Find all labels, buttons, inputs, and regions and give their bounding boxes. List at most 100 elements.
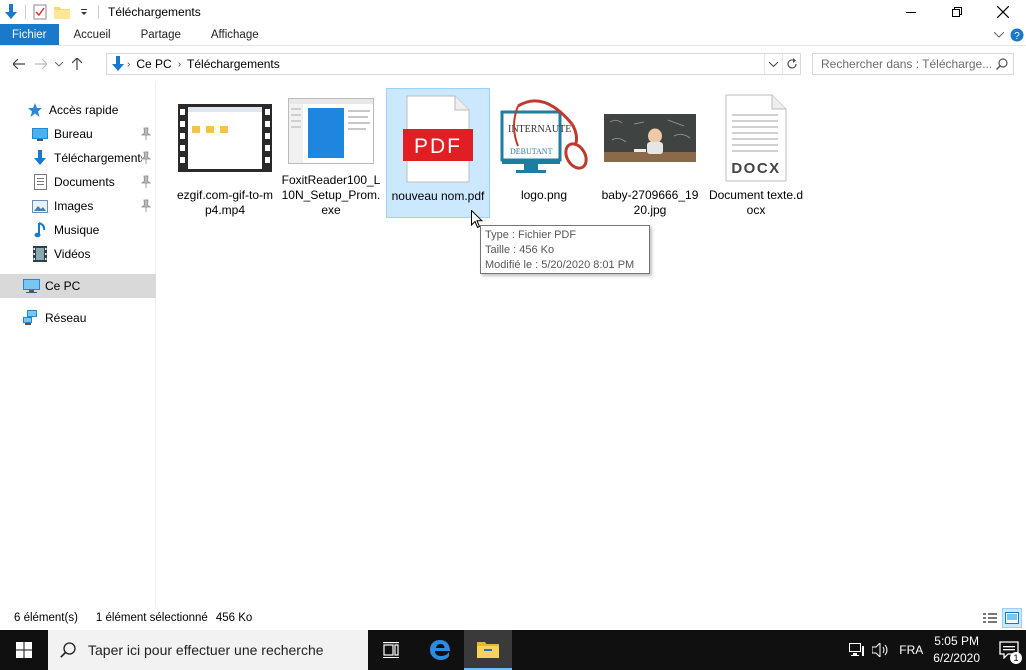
file-list: ezgif.com-gif-to-mp4.mp4 FoxitReader100_… bbox=[157, 82, 1026, 606]
recent-locations-icon[interactable] bbox=[52, 52, 66, 76]
tab-accueil[interactable]: Accueil bbox=[59, 24, 126, 45]
large-icons-view-icon[interactable] bbox=[1002, 608, 1022, 628]
sidebar-item-label: Réseau bbox=[45, 311, 87, 325]
file-item[interactable]: DOCX Document texte.docx bbox=[704, 88, 808, 218]
taskbar-search[interactable]: Taper ici pour effectuer une recherche bbox=[48, 630, 368, 670]
sidebar-item-label: Ce PC bbox=[45, 279, 81, 293]
volume-icon[interactable] bbox=[869, 630, 893, 670]
breadcrumb-chevron-icon[interactable]: › bbox=[176, 59, 183, 70]
tooltip-size: Taille : 456 Ko bbox=[485, 244, 555, 256]
pin-icon[interactable] bbox=[140, 175, 152, 189]
customize-toolbar-icon[interactable] bbox=[73, 0, 95, 24]
file-name: nouveau nom.pdf bbox=[391, 189, 485, 203]
file-item[interactable]: baby-2709666_1920.jpg bbox=[598, 88, 702, 218]
jpg-thumbnail bbox=[600, 90, 700, 186]
video-icon bbox=[31, 245, 49, 263]
sidebar-item-reseau[interactable]: Réseau bbox=[0, 306, 156, 330]
status-bar: 6 élément(s) 1 élément sélectionné 456 K… bbox=[0, 606, 1026, 630]
tab-partage[interactable]: Partage bbox=[126, 24, 196, 45]
language-indicator[interactable]: FRA bbox=[899, 643, 923, 657]
refresh-icon[interactable] bbox=[782, 54, 800, 74]
tab-affichage[interactable]: Affichage bbox=[196, 24, 274, 45]
minimize-button[interactable] bbox=[888, 0, 934, 24]
navigation-bar: › Ce PC › Téléchargements Rechercher dan… bbox=[0, 46, 1026, 82]
star-icon bbox=[26, 101, 44, 119]
taskbar: Taper ici pour effectuer une recherche F… bbox=[0, 630, 1026, 670]
breadcrumb-chevron-icon[interactable]: › bbox=[125, 59, 132, 70]
logo-text-2: DEBUTANT bbox=[510, 147, 553, 156]
sidebar-item-ce-pc[interactable]: Ce PC bbox=[0, 274, 156, 298]
exe-thumbnail bbox=[281, 90, 381, 171]
close-button[interactable] bbox=[980, 0, 1026, 24]
file-item[interactable]: ezgif.com-gif-to-mp4.mp4 bbox=[173, 88, 277, 218]
sidebar-item-videos[interactable]: Vidéos bbox=[0, 242, 156, 266]
network-icon bbox=[22, 309, 40, 327]
window-title: Téléchargements bbox=[108, 5, 201, 19]
taskbar-search-input[interactable]: Taper ici pour effectuer une recherche bbox=[88, 642, 324, 658]
clock[interactable]: 5:05 PM 6/2/2020 bbox=[933, 633, 980, 667]
notification-center-icon[interactable]: 1 bbox=[992, 630, 1026, 670]
edge-browser-icon[interactable] bbox=[416, 630, 464, 670]
music-icon bbox=[31, 221, 49, 239]
file-name: FoxitReader100_L10N_Setup_Prom.exe bbox=[281, 173, 381, 217]
file-tooltip: Type : Fichier PDF Taille : 456 Ko Modif… bbox=[480, 225, 650, 274]
new-folder-icon[interactable] bbox=[51, 0, 73, 24]
file-name: ezgif.com-gif-to-mp4.mp4 bbox=[176, 188, 274, 217]
file-explorer-icon[interactable] bbox=[464, 630, 512, 670]
pin-icon[interactable] bbox=[140, 199, 152, 213]
sidebar-item-images[interactable]: Images bbox=[0, 194, 156, 218]
sidebar-item-acces-rapide[interactable]: Accès rapide bbox=[0, 98, 156, 122]
windows-start-icon[interactable] bbox=[0, 630, 48, 670]
file-item-selected[interactable]: PDF nouveau nom.pdf bbox=[386, 88, 490, 218]
notification-count-badge: 1 bbox=[1010, 652, 1022, 664]
sidebar-item-telechargements[interactable]: Téléchargements bbox=[0, 146, 156, 170]
sidebar-item-label: Vidéos bbox=[54, 247, 91, 261]
sidebar-item-label: Téléchargements bbox=[54, 151, 142, 165]
breadcrumb-ce-pc[interactable]: Ce PC bbox=[132, 57, 175, 71]
sidebar-item-musique[interactable]: Musique bbox=[0, 218, 156, 242]
selection-size: 456 Ko bbox=[215, 612, 253, 624]
download-folder-icon bbox=[111, 56, 125, 72]
ribbon-tabs: Fichier Accueil Partage Affichage ? bbox=[0, 24, 1026, 46]
tooltip-type: Type : Fichier PDF bbox=[485, 229, 577, 241]
sidebar-item-label: Musique bbox=[54, 223, 100, 237]
network-tray-icon[interactable] bbox=[845, 630, 869, 670]
docx-label: DOCX bbox=[731, 160, 780, 177]
docx-thumbnail: DOCX bbox=[706, 90, 806, 186]
video-thumbnail bbox=[175, 90, 275, 186]
search-box[interactable]: Rechercher dans : Télécharge... bbox=[812, 53, 1014, 75]
file-item[interactable]: INTERNAUTE DEBUTANT logo.png bbox=[492, 88, 596, 218]
selection-status: 1 élément sélectionné bbox=[95, 612, 208, 624]
back-arrow-icon[interactable] bbox=[8, 52, 30, 76]
sidebar-item-documents[interactable]: Documents bbox=[0, 170, 156, 194]
task-view-icon[interactable] bbox=[368, 630, 416, 670]
address-dropdown-icon[interactable] bbox=[764, 54, 782, 74]
address-bar[interactable]: › Ce PC › Téléchargements bbox=[106, 53, 801, 75]
logo-text-1: INTERNAUTE bbox=[508, 124, 571, 135]
title-bar: Téléchargements bbox=[0, 0, 1026, 24]
up-arrow-icon[interactable] bbox=[66, 52, 88, 76]
search-input[interactable]: Rechercher dans : Télécharge... bbox=[813, 57, 991, 71]
forward-arrow-icon[interactable] bbox=[30, 52, 52, 76]
file-name: Document texte.docx bbox=[708, 188, 804, 217]
download-arrow-icon bbox=[0, 0, 22, 24]
search-icon[interactable] bbox=[991, 58, 1013, 70]
file-name: logo.png bbox=[520, 188, 568, 202]
maximize-button[interactable] bbox=[934, 0, 980, 24]
help-icon[interactable]: ? bbox=[1008, 24, 1026, 46]
properties-icon[interactable] bbox=[29, 0, 51, 24]
pin-icon[interactable] bbox=[140, 151, 152, 165]
details-view-icon[interactable] bbox=[980, 608, 1000, 628]
tooltip-modified: Modifié le : 5/20/2020 8:01 PM bbox=[485, 259, 635, 271]
search-icon bbox=[48, 642, 88, 658]
breadcrumb-telechargements[interactable]: Téléchargements bbox=[183, 57, 284, 71]
sidebar-item-bureau[interactable]: Bureau bbox=[0, 122, 156, 146]
sidebar-item-label: Bureau bbox=[54, 127, 93, 141]
image-icon bbox=[31, 197, 49, 215]
navigation-pane: Accès rapide Bureau Téléchargements Docu… bbox=[0, 82, 156, 606]
file-item[interactable]: FoxitReader100_L10N_Setup_Prom.exe bbox=[279, 88, 383, 218]
expand-ribbon-icon[interactable] bbox=[990, 24, 1008, 46]
pin-icon[interactable] bbox=[140, 127, 152, 141]
file-name: baby-2709666_1920.jpg bbox=[601, 188, 699, 217]
tab-fichier[interactable]: Fichier bbox=[0, 24, 59, 45]
